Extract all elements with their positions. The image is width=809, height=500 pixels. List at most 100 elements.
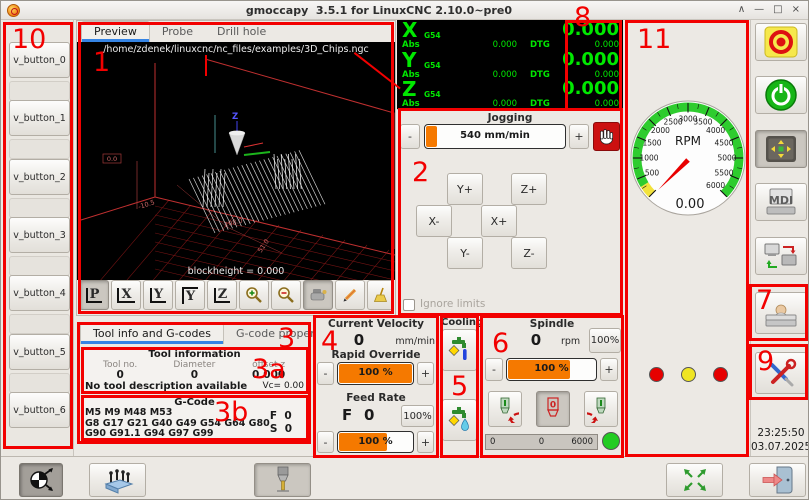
jog-speed-plus-button[interactable]: +: [569, 124, 589, 149]
tab-tool-info-gcodes[interactable]: Tool info and G-codes: [80, 323, 224, 344]
touch-off-button[interactable]: [19, 463, 63, 497]
minimize-icon[interactable]: —: [754, 5, 764, 15]
manual-mode-button[interactable]: [755, 130, 807, 168]
edit-gcode-button[interactable]: [335, 280, 365, 310]
feed-reset-button[interactable]: 100%: [401, 405, 434, 427]
sidebar-item-vbutton4[interactable]: v_button_4: [9, 275, 70, 311]
blockheight-readout: blockheight = 0.000: [77, 266, 395, 277]
settings-button[interactable]: [755, 352, 807, 394]
exit-button[interactable]: [749, 463, 806, 497]
jog-z-minus-button[interactable]: Z-: [511, 237, 547, 269]
axis-letter: X: [402, 20, 417, 40]
spindle-plus-button[interactable]: +: [600, 358, 618, 381]
touch-plate-button[interactable]: [89, 463, 146, 497]
rapid-minus-button[interactable]: -: [317, 362, 334, 385]
jogging-panel: Jogging - 540 mm/min + Y+ Z+ X- X+ Y- Z-…: [397, 109, 623, 316]
jog-y-plus-button[interactable]: Y+: [447, 173, 483, 205]
spindle-override-slider[interactable]: 100 %: [506, 358, 597, 381]
gauge-title: RPM: [675, 134, 701, 148]
view-x-button[interactable]: X: [111, 280, 141, 310]
spindle-cw-button[interactable]: [584, 391, 618, 427]
perspective-icon: P: [86, 288, 103, 303]
tool-measure-button[interactable]: [254, 463, 311, 497]
gmoccapy-window: gmoccapy 3.5.1 for LinuxCNC 2.10.0~pre0 …: [0, 0, 809, 500]
current-velocity-title: Current Velocity: [314, 318, 438, 330]
tab-drill-hole[interactable]: Drill hole: [205, 22, 278, 42]
ignore-limits-checkbox[interactable]: [403, 299, 415, 311]
jog-x-minus-button[interactable]: X-: [416, 205, 452, 237]
mdi-icon: MDI: [763, 187, 799, 217]
sidebar-spacer: [9, 81, 70, 101]
sidebar-item-vbutton2[interactable]: v_button_2: [9, 159, 70, 195]
machine-on-button[interactable]: [755, 76, 807, 114]
turtle-jog-button[interactable]: [593, 122, 620, 151]
mist-coolant-button[interactable]: [442, 329, 477, 371]
bottom-button-bar: [1, 456, 809, 500]
clean-plot-button[interactable]: [367, 280, 394, 310]
vc-value: Vc= 0.00: [262, 381, 304, 392]
flood-coolant-button[interactable]: [442, 399, 477, 441]
tab-preview[interactable]: Preview: [81, 21, 150, 42]
jog-speed-minus-button[interactable]: -: [400, 124, 420, 149]
dimension-label: 0.0: [107, 155, 117, 163]
jog-speed-slider[interactable]: 540 mm/min: [424, 124, 566, 149]
jog-z-plus-button[interactable]: Z+: [511, 173, 547, 205]
sidebar-item-vbutton6[interactable]: v_button_6: [9, 392, 70, 428]
auto-mode-button[interactable]: [755, 237, 807, 275]
rapid-plus-button[interactable]: +: [417, 362, 434, 385]
jog-x-plus-button[interactable]: X+: [481, 205, 517, 237]
zoom-in-icon: [245, 286, 263, 304]
shade-icon[interactable]: ∧: [738, 5, 745, 15]
mdi-mode-button[interactable]: MDI: [755, 183, 807, 221]
velocity-panel: Current Velocity 0 mm/min Rapid Override…: [314, 316, 438, 456]
user-setup-button[interactable]: [755, 292, 807, 334]
broom-icon: [372, 286, 390, 304]
zoom-out-button[interactable]: [271, 280, 301, 310]
spindle-minus-button[interactable]: -: [485, 358, 503, 381]
spindle-stop-button[interactable]: 0: [536, 391, 570, 427]
feed-rate-slider[interactable]: 100 %: [337, 431, 414, 453]
svg-text:4500: 4500: [714, 139, 733, 148]
spindle-reset-button[interactable]: 100%: [589, 328, 621, 353]
maximize-icon[interactable]: □: [773, 5, 782, 15]
clear-plot-button[interactable]: [303, 280, 333, 310]
feed-f-label: F: [342, 406, 352, 424]
clear-plot-icon: [308, 286, 328, 304]
svg-text:1000: 1000: [639, 154, 658, 163]
gcode-frame: G-Code M5 M9 M48 M53 G8 G17 G21 G40 G49 …: [82, 396, 307, 440]
spindle-panel: Spindle 0 rpm 100% - 100 % + 0: [481, 316, 623, 456]
svg-text:5000: 5000: [717, 154, 736, 163]
estop-button[interactable]: [755, 23, 807, 61]
status-led-middle: [681, 367, 696, 382]
f-label: F: [270, 410, 277, 422]
view-z-button[interactable]: Z: [207, 280, 237, 310]
close-icon[interactable]: ×: [792, 5, 800, 15]
sidebar-item-vbutton5[interactable]: v_button_5: [9, 334, 70, 370]
zoom-in-button[interactable]: [239, 280, 269, 310]
sidebar-item-vbutton0[interactable]: v_button_0: [9, 42, 70, 78]
tab-probe[interactable]: Probe: [150, 22, 205, 42]
dro-panel[interactable]: X G54 0.000 Abs 0.000 DTG 0.000 Y G54 0.…: [397, 20, 623, 109]
gremlin-3d-preview[interactable]: 0.0 -10.5 108.0 51.0 Z: [77, 57, 395, 280]
ignore-limits-label: Ignore limits: [420, 298, 485, 310]
right-button-panel: MDI: [750, 20, 809, 456]
jog-y-minus-button[interactable]: Y-: [447, 237, 483, 269]
coord-system: G54: [424, 61, 441, 70]
view-y-button[interactable]: Y: [143, 280, 173, 310]
fullscreen-icon: [681, 466, 709, 494]
tools-icon: [764, 357, 798, 389]
fullscreen-button[interactable]: [666, 463, 723, 497]
spindle-ccw-button[interactable]: [488, 391, 522, 427]
sidebar-spacer: [9, 198, 70, 218]
sidebar-item-vbutton3[interactable]: v_button_3: [9, 217, 70, 253]
svg-text:4000: 4000: [706, 126, 725, 135]
clock-date: 03.07.2025: [751, 440, 809, 454]
svg-text:5500: 5500: [714, 168, 733, 177]
rapid-override-slider[interactable]: 100 %: [337, 362, 414, 385]
view-y2-button[interactable]: Y: [175, 280, 205, 310]
feed-minus-button[interactable]: -: [317, 431, 334, 453]
clock-time: 23:25:50: [751, 426, 809, 440]
view-perspective-button[interactable]: P: [79, 280, 109, 310]
feed-plus-button[interactable]: +: [417, 431, 434, 453]
sidebar-item-vbutton1[interactable]: v_button_1: [9, 100, 70, 136]
